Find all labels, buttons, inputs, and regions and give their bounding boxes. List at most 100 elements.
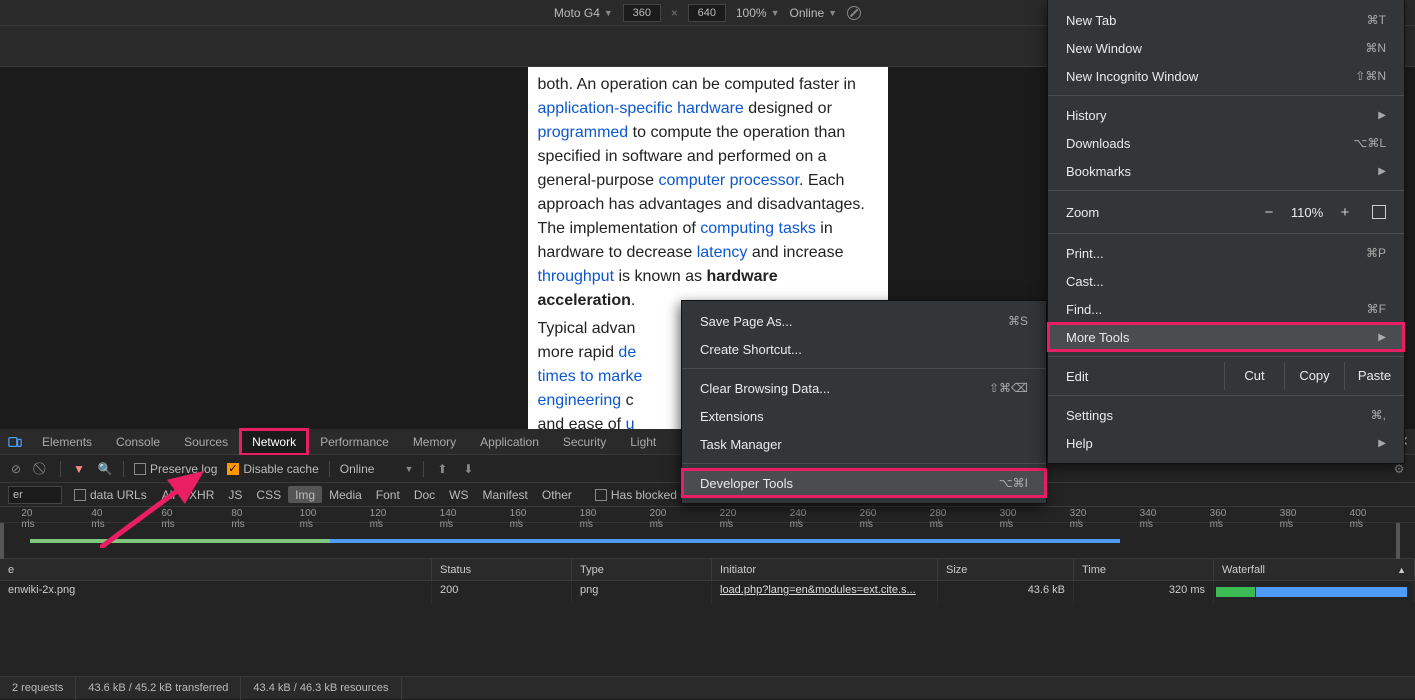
menu-clear-browsing-data[interactable]: Clear Browsing Data...⇧⌘⌫ (682, 374, 1046, 402)
overview-handle-left[interactable] (0, 523, 4, 559)
col-name[interactable]: e (0, 559, 432, 580)
disable-cache-checkbox[interactable]: Disable cache (227, 462, 318, 476)
cell-name: enwiki-2x.png (0, 581, 432, 603)
page-link[interactable]: computing tasks (700, 220, 816, 237)
download-icon[interactable]: ⬇ (460, 462, 476, 476)
table-row[interactable]: enwiki-2x.png 200 png load.php?lang=en&m… (0, 581, 1415, 603)
network-status-bar: 2 requests 43.6 kB / 45.2 kB transferred… (0, 676, 1415, 699)
tab-security[interactable]: Security (551, 429, 618, 455)
menu-new-window[interactable]: New Window⌘N (1048, 34, 1404, 62)
page-link[interactable]: engineering (538, 392, 622, 409)
page-link[interactable]: de (618, 344, 636, 361)
tab-sources[interactable]: Sources (172, 429, 240, 455)
type-xhr[interactable]: XHR (182, 486, 221, 503)
page-link[interactable]: latency (697, 244, 748, 261)
menu-print[interactable]: Print...⌘P (1048, 239, 1404, 267)
hide-data-urls-checkbox[interactable] (74, 489, 86, 501)
tab-memory[interactable]: Memory (401, 429, 468, 455)
menu-new-tab[interactable]: New Tab⌘T (1048, 6, 1404, 34)
search-icon[interactable]: 🔍 (97, 462, 113, 476)
filter-funnel-icon[interactable]: ▼ (71, 462, 87, 476)
tab-application[interactable]: Application (468, 429, 551, 455)
type-img[interactable]: Img (288, 486, 322, 503)
menu-separator (1048, 95, 1404, 96)
page-link[interactable]: times to marke (538, 368, 643, 385)
clear-icon[interactable]: ⃠ (34, 461, 50, 476)
col-time[interactable]: Time (1074, 559, 1214, 580)
page-text: and increase (747, 244, 843, 261)
menu-new-incognito[interactable]: New Incognito Window⇧⌘N (1048, 62, 1404, 90)
device-width-input[interactable] (623, 4, 661, 22)
menu-separator (1048, 233, 1404, 234)
menu-downloads[interactable]: Downloads⌥⌘L (1048, 129, 1404, 157)
type-manifest[interactable]: Manifest (476, 486, 535, 503)
type-ws[interactable]: WS (442, 486, 475, 503)
filter-text-input[interactable] (8, 486, 62, 504)
type-doc[interactable]: Doc (407, 486, 442, 503)
cell-initiator[interactable]: load.php?lang=en&modules=ext.cite.s... (712, 581, 938, 603)
cell-waterfall (1214, 581, 1415, 603)
device-selector[interactable]: Moto G4▼ (554, 6, 613, 20)
menu-create-shortcut[interactable]: Create Shortcut... (682, 335, 1046, 363)
tab-lighthouse[interactable]: Light (618, 429, 668, 455)
throttle-selector[interactable]: Online▼ (340, 462, 414, 476)
edit-paste-button[interactable]: Paste (1344, 362, 1404, 390)
page-link[interactable]: computer processor (658, 172, 799, 189)
edit-cut-button[interactable]: Cut (1224, 362, 1284, 390)
col-type[interactable]: Type (572, 559, 712, 580)
type-media[interactable]: Media (322, 486, 369, 503)
zoom-out-button[interactable]: − (1254, 199, 1284, 225)
page-link[interactable]: u (626, 416, 635, 429)
upload-icon[interactable]: ⬆ (434, 462, 450, 476)
device-zoom-selector[interactable]: 100%▼ (736, 6, 780, 20)
type-css[interactable]: CSS (249, 486, 288, 503)
page-link[interactable]: application-specific hardware (538, 100, 744, 117)
type-js[interactable]: JS (221, 486, 249, 503)
menu-extensions[interactable]: Extensions (682, 402, 1046, 430)
page-text: Typical advan (538, 320, 636, 337)
type-font[interactable]: Font (369, 486, 407, 503)
overview-handle-right[interactable] (1396, 523, 1400, 559)
tab-performance[interactable]: Performance (308, 429, 401, 455)
page-link[interactable]: programmed (538, 124, 629, 141)
menu-cast[interactable]: Cast... (1048, 267, 1404, 295)
menu-more-tools[interactable]: More Tools▶ (1048, 323, 1404, 351)
rotate-icon[interactable] (847, 6, 861, 20)
network-overview[interactable]: 20 ms40 ms60 ms80 ms100 ms120 ms140 ms16… (0, 507, 1415, 559)
menu-separator (682, 368, 1046, 369)
col-status[interactable]: Status (432, 559, 572, 580)
page-text: more rapid (538, 344, 619, 361)
tab-network[interactable]: Network (240, 429, 308, 455)
menu-history[interactable]: History▶ (1048, 101, 1404, 129)
menu-separator (1048, 190, 1404, 191)
device-height-input[interactable] (688, 4, 726, 22)
menu-save-page[interactable]: Save Page As...⌘S (682, 307, 1046, 335)
menu-help[interactable]: Help▶ (1048, 429, 1404, 457)
edit-label: Edit (1066, 369, 1224, 384)
menu-bookmarks[interactable]: Bookmarks▶ (1048, 157, 1404, 185)
device-throttle-selector[interactable]: Online▼ (789, 6, 837, 20)
zoom-value: 110% (1284, 205, 1330, 220)
tab-elements[interactable]: Elements (30, 429, 104, 455)
stop-record-icon[interactable]: ⊘ (8, 462, 24, 476)
col-initiator[interactable]: Initiator (712, 559, 938, 580)
browser-main-menu: New Tab⌘T New Window⌘N New Incognito Win… (1047, 0, 1405, 464)
fullscreen-icon[interactable] (1372, 205, 1386, 219)
blocked-cookies-checkbox[interactable] (595, 489, 607, 501)
menu-developer-tools[interactable]: Developer Tools⌥⌘I (682, 469, 1046, 497)
menu-task-manager[interactable]: Task Manager (682, 430, 1046, 458)
zoom-in-button[interactable]: + (1330, 199, 1360, 225)
col-size[interactable]: Size (938, 559, 1074, 580)
type-all[interactable]: All (155, 486, 182, 503)
menu-separator (682, 463, 1046, 464)
menu-find[interactable]: Find...⌘F (1048, 295, 1404, 323)
tab-console[interactable]: Console (104, 429, 172, 455)
col-waterfall[interactable]: Waterfall▲ (1214, 559, 1415, 580)
menu-settings[interactable]: Settings⌘, (1048, 401, 1404, 429)
type-other[interactable]: Other (535, 486, 579, 503)
edit-copy-button[interactable]: Copy (1284, 362, 1344, 390)
device-mode-icon[interactable] (0, 435, 30, 449)
preserve-log-checkbox[interactable]: Preserve log (134, 462, 217, 476)
page-link[interactable]: throughput (538, 268, 615, 285)
page-text: both. An operation can be computed faste… (538, 76, 856, 93)
